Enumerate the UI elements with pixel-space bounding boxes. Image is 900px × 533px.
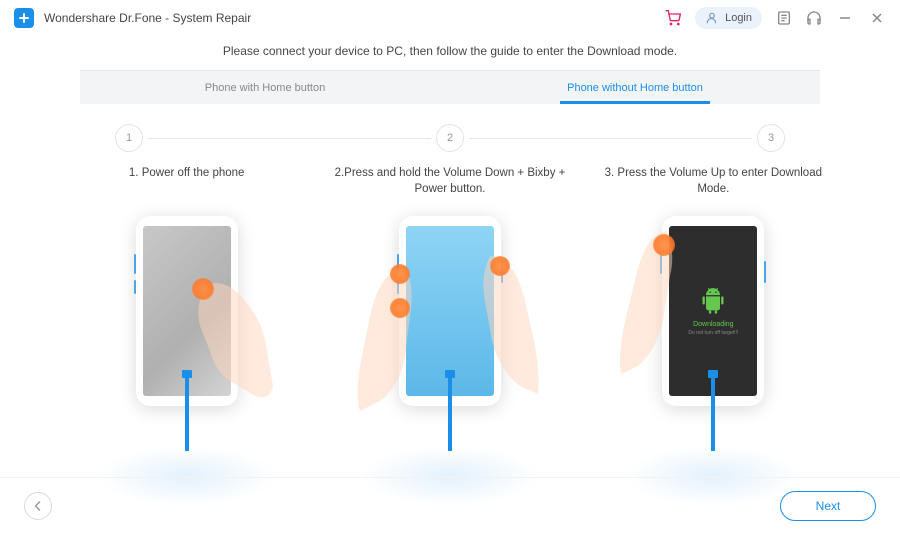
phone-illustration-1: [97, 216, 277, 476]
touch-icon: [390, 298, 410, 318]
step-1: 1. Power off the phone: [55, 166, 318, 476]
phone-illustration-3: Downloading Do not turn off target!!!: [623, 216, 803, 476]
cart-icon[interactable]: [665, 10, 681, 26]
step-circle-2: 2: [436, 124, 464, 152]
step-3-text: 3. Press the Volume Up to enter Download…: [582, 166, 845, 198]
close-button[interactable]: [868, 9, 886, 27]
touch-icon: [490, 256, 510, 276]
phone-icon: [136, 216, 238, 406]
step-1-text: 1. Power off the phone: [119, 166, 255, 198]
download-subtitle: Do not turn off target!!!: [688, 330, 738, 336]
app-title: Wondershare Dr.Fone - System Repair: [44, 11, 251, 25]
step-circle-1: 1: [115, 124, 143, 152]
cable-icon: [185, 376, 189, 451]
volume-button-icon: [660, 254, 662, 274]
step-2: 2.Press and hold the Volume Down + Bixby…: [318, 166, 581, 476]
login-button[interactable]: Login: [695, 7, 762, 29]
phone-icon: Downloading Do not turn off target!!!: [662, 216, 764, 406]
footer: Next: [0, 477, 900, 533]
minimize-button[interactable]: [836, 9, 854, 27]
tab-label: Phone without Home button: [567, 82, 703, 94]
app-logo-icon: [14, 8, 34, 28]
volume-button-icon: [134, 254, 136, 274]
power-button-icon: [764, 261, 766, 283]
phone-illustration-2: [360, 216, 540, 476]
arrow-left-icon: [32, 500, 44, 512]
headphones-icon[interactable]: [806, 10, 822, 26]
login-label: Login: [725, 12, 752, 24]
next-label: Next: [816, 499, 841, 513]
instruction-text: Please connect your device to PC, then f…: [0, 44, 900, 58]
stepper: 1 2 3: [115, 124, 785, 152]
bixby-button-icon: [134, 280, 136, 294]
title-right: Login: [665, 7, 886, 29]
step-2-text: 2.Press and hold the Volume Down + Bixby…: [318, 166, 581, 198]
title-left: Wondershare Dr.Fone - System Repair: [14, 8, 251, 28]
back-button[interactable]: [24, 492, 52, 520]
tab-label: Phone with Home button: [205, 82, 325, 94]
tab-with-home[interactable]: Phone with Home button: [80, 71, 450, 104]
user-icon: [705, 11, 719, 25]
touch-icon: [390, 264, 410, 284]
notes-icon[interactable]: [776, 10, 792, 26]
step-circle-3: 3: [757, 124, 785, 152]
steps-row: 1. Power off the phone 2.Press and hold …: [55, 166, 845, 476]
touch-icon: [192, 278, 214, 300]
tabs: Phone with Home button Phone without Hom…: [80, 70, 820, 104]
cable-icon: [448, 376, 452, 451]
next-button[interactable]: Next: [780, 491, 876, 521]
step-3: 3. Press the Volume Up to enter Download…: [582, 166, 845, 476]
title-bar: Wondershare Dr.Fone - System Repair Logi…: [0, 0, 900, 36]
cable-icon: [711, 376, 715, 451]
phone-icon: [399, 216, 501, 406]
download-title: Downloading: [693, 321, 733, 328]
tab-without-home[interactable]: Phone without Home button: [450, 71, 820, 104]
android-icon: [699, 287, 727, 315]
